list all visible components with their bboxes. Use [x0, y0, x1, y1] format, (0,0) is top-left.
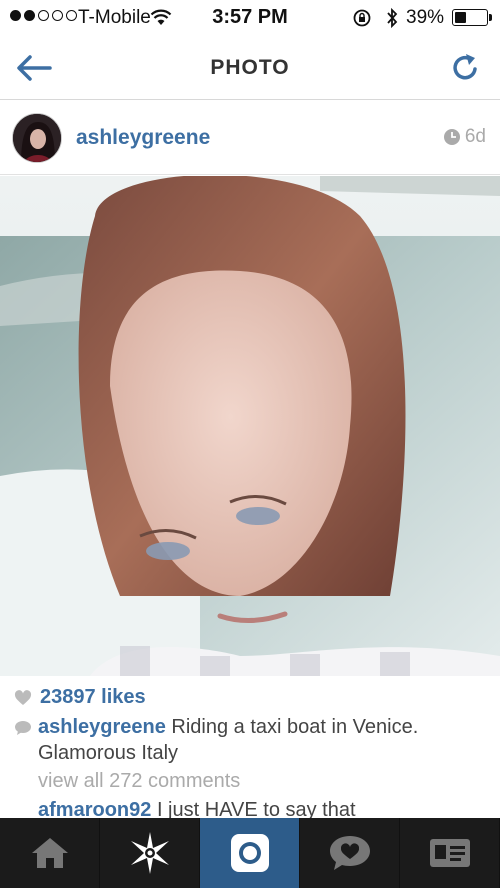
rotation-lock-icon [352, 8, 372, 34]
clock-icon [443, 129, 460, 145]
battery-icon [452, 9, 488, 26]
post-timestamp: 6d [443, 126, 486, 148]
camera-icon [230, 834, 269, 872]
comment-text: I just HAVE to say that [156, 799, 356, 818]
caption-row: ashleygreene Riding a taxi boat in Venic… [14, 714, 484, 766]
profile-icon [429, 839, 470, 867]
battery-percent: 39% [406, 7, 445, 28]
battery-nub [489, 14, 492, 21]
likes-row[interactable]: 23897 likes [14, 686, 146, 709]
tab-home[interactable] [0, 818, 100, 888]
tab-explore[interactable] [100, 818, 200, 888]
avatar[interactable] [12, 113, 62, 163]
likes-count[interactable]: 23897 likes [40, 686, 146, 709]
home-icon [31, 838, 68, 868]
refresh-button[interactable] [444, 48, 488, 88]
status-bar: T-Mobile 3:57 PM 39% [0, 0, 500, 36]
refresh-icon [453, 54, 477, 80]
heart-icon [14, 689, 32, 705]
tab-profile[interactable] [400, 818, 500, 888]
navigation-bar: PHOTO [0, 36, 500, 100]
comment-username[interactable]: afmaroon92 [38, 799, 151, 818]
explore-icon [130, 832, 169, 874]
time-ago-text: 6d [464, 126, 486, 147]
comment-row: afmaroon92 I just HAVE to say that [38, 799, 356, 818]
tab-camera[interactable] [200, 818, 300, 888]
battery-level-fill [455, 12, 467, 23]
comment-bubble-icon [15, 721, 31, 735]
post-header: ashleygreene 6d [0, 101, 500, 175]
photo-image [0, 176, 500, 676]
activity-icon [329, 836, 370, 870]
post-username[interactable]: ashleygreene [76, 126, 210, 150]
tab-bar [0, 818, 500, 888]
caption-username[interactable]: ashleygreene [38, 716, 166, 738]
post-details: 23897 likes ashleygreene Riding a taxi b… [0, 676, 500, 818]
page-title: PHOTO [210, 56, 290, 79]
bluetooth-icon [385, 7, 399, 35]
view-all-comments-link[interactable]: view all 272 comments [38, 770, 240, 793]
tab-activity[interactable] [300, 818, 400, 888]
caption: ashleygreene Riding a taxi boat in Venic… [38, 714, 484, 766]
post-photo[interactable] [0, 176, 500, 676]
